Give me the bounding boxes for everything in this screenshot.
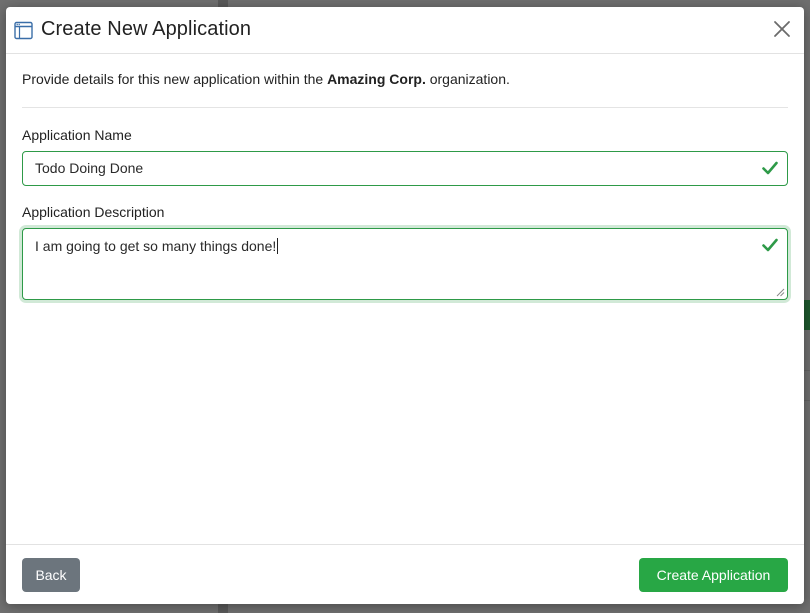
dialog-intro: Provide details for this new application… xyxy=(22,71,788,90)
close-icon[interactable] xyxy=(772,19,792,39)
body-divider xyxy=(22,107,788,108)
application-name-wrapper: Todo Doing Done xyxy=(22,151,788,186)
intro-prefix: Provide details for this new application… xyxy=(22,71,328,87)
create-application-dialog: Create New Application Provide details f… xyxy=(6,7,804,604)
check-icon xyxy=(762,161,778,175)
application-name-label: Application Name xyxy=(22,127,132,143)
description-text: I am going to get so many things done! xyxy=(35,238,277,254)
application-description-label: Application Description xyxy=(22,204,165,220)
dialog-footer: Back Create Application xyxy=(6,544,804,604)
intro-suffix: organization. xyxy=(425,71,510,87)
window-icon xyxy=(14,21,33,40)
dialog-body: Provide details for this new application… xyxy=(22,53,788,300)
create-application-button[interactable]: Create Application xyxy=(639,558,788,592)
text-caret xyxy=(277,238,279,254)
application-name-input[interactable]: Todo Doing Done xyxy=(22,151,788,186)
check-icon xyxy=(762,238,778,252)
dialog-title: Create New Application xyxy=(41,18,252,40)
dialog-header: Create New Application xyxy=(6,7,804,54)
organization-name: Amazing Corp. xyxy=(327,71,426,87)
application-description-wrapper: I am going to get so many things done! xyxy=(22,228,788,300)
resize-handle-icon[interactable] xyxy=(775,287,785,297)
background-green-edge xyxy=(804,300,810,330)
back-button[interactable]: Back xyxy=(22,558,80,592)
application-description-textarea[interactable]: I am going to get so many things done! xyxy=(22,228,788,300)
